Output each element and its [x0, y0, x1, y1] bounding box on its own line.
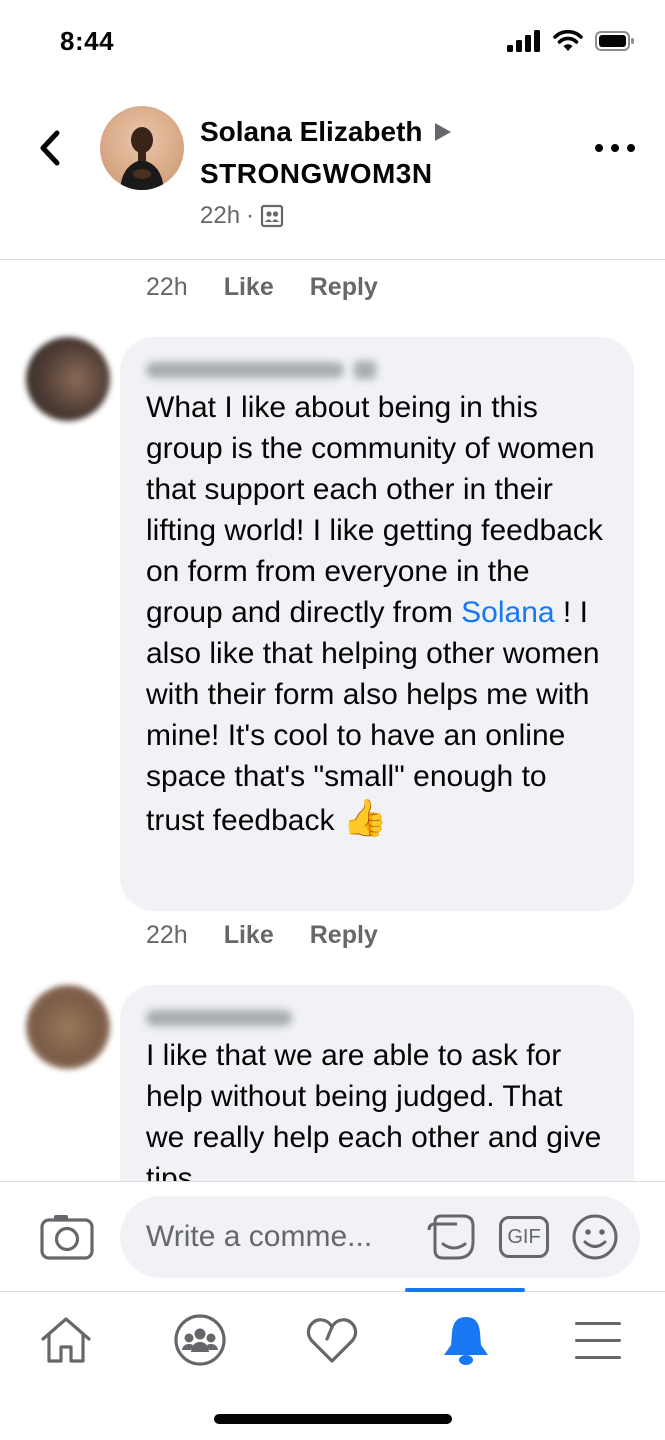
triangle-right-icon — [434, 123, 451, 141]
comment-bubble[interactable]: What I like about being in this group is… — [120, 337, 634, 911]
like-button[interactable]: Like — [224, 273, 274, 302]
comment-text-part: What I like about being in this group is… — [146, 391, 603, 629]
commenter-avatar[interactable] — [26, 985, 110, 1069]
reply-button[interactable]: Reply — [310, 921, 378, 950]
status-time: 8:44 — [60, 26, 115, 56]
hamburger-menu-icon — [575, 1322, 621, 1359]
author-name-row[interactable]: Solana Elizabeth — [200, 116, 453, 148]
cellular-signal-icon — [507, 30, 540, 52]
comment-time: 22h — [146, 921, 188, 949]
emoji-icon[interactable] — [571, 1213, 619, 1261]
group-privacy-icon — [260, 204, 284, 228]
status-bar: 8:44 — [0, 0, 665, 88]
group-name[interactable]: STRONGWOM3N — [200, 158, 433, 190]
mention-link[interactable]: Solana — [461, 596, 554, 629]
active-tab-indicator — [405, 1288, 525, 1292]
back-button[interactable] — [30, 128, 70, 168]
nav-dating[interactable] — [292, 1310, 372, 1370]
commenter-name-blurred[interactable] — [146, 1001, 608, 1035]
author-avatar[interactable] — [100, 106, 184, 190]
battery-icon — [595, 31, 634, 51]
gif-button[interactable]: GIF — [499, 1216, 549, 1258]
home-icon — [41, 1317, 91, 1363]
dot-icon — [627, 144, 635, 152]
bottom-navigation — [0, 1288, 665, 1440]
comment-text: I like that we are able to ask for help … — [146, 1039, 602, 1181]
status-icons — [507, 30, 635, 52]
author-name[interactable]: Solana Elizabeth — [200, 116, 423, 148]
heart-icon — [306, 1318, 358, 1363]
comment-bubble[interactable]: I like that we are able to ask for help … — [120, 985, 634, 1181]
reply-button[interactable]: Reply — [310, 273, 378, 302]
badge-icon — [354, 361, 376, 379]
comment-composer: Write a comme... GIF — [0, 1181, 665, 1291]
comment-text: What I like about being in this group is… — [146, 387, 608, 841]
comment-time: 22h — [146, 273, 188, 301]
more-options-button[interactable] — [595, 138, 635, 158]
nav-menu[interactable] — [558, 1310, 638, 1370]
bell-icon — [444, 1317, 488, 1365]
post-age[interactable]: 22h — [200, 202, 240, 230]
meta-separator: · — [246, 202, 255, 229]
comments-feed[interactable]: 22h Like Reply What I like about being i… — [0, 261, 665, 1181]
nav-home[interactable] — [26, 1310, 106, 1370]
nav-groups[interactable] — [160, 1310, 240, 1370]
composer-icons: GIF — [427, 1212, 619, 1262]
nav-notifications[interactable] — [426, 1310, 506, 1370]
home-indicator — [214, 1414, 452, 1424]
groups-icon — [174, 1314, 226, 1366]
dot-icon — [611, 144, 619, 152]
thumbs-up-icon: 👍 — [342, 797, 388, 838]
comment-actions: 22h Like Reply — [146, 273, 378, 302]
comment-actions: 22h Like Reply — [146, 921, 378, 950]
camera-icon[interactable] — [40, 1214, 94, 1260]
author-photo — [120, 127, 164, 190]
commenter-avatar[interactable] — [26, 337, 110, 421]
post-meta: 22h · — [200, 202, 284, 230]
like-button[interactable]: Like — [224, 921, 274, 950]
dot-icon — [595, 144, 603, 152]
sticker-icon[interactable] — [427, 1212, 477, 1262]
chevron-left-icon — [40, 130, 60, 166]
post-header: Solana Elizabeth STRONGWOM3N 22h · — [0, 88, 665, 260]
commenter-name-blurred[interactable] — [146, 353, 608, 387]
wifi-icon — [553, 30, 583, 51]
gif-label: GIF — [507, 1225, 541, 1248]
comment-input-placeholder: Write a comme... — [146, 1220, 373, 1253]
